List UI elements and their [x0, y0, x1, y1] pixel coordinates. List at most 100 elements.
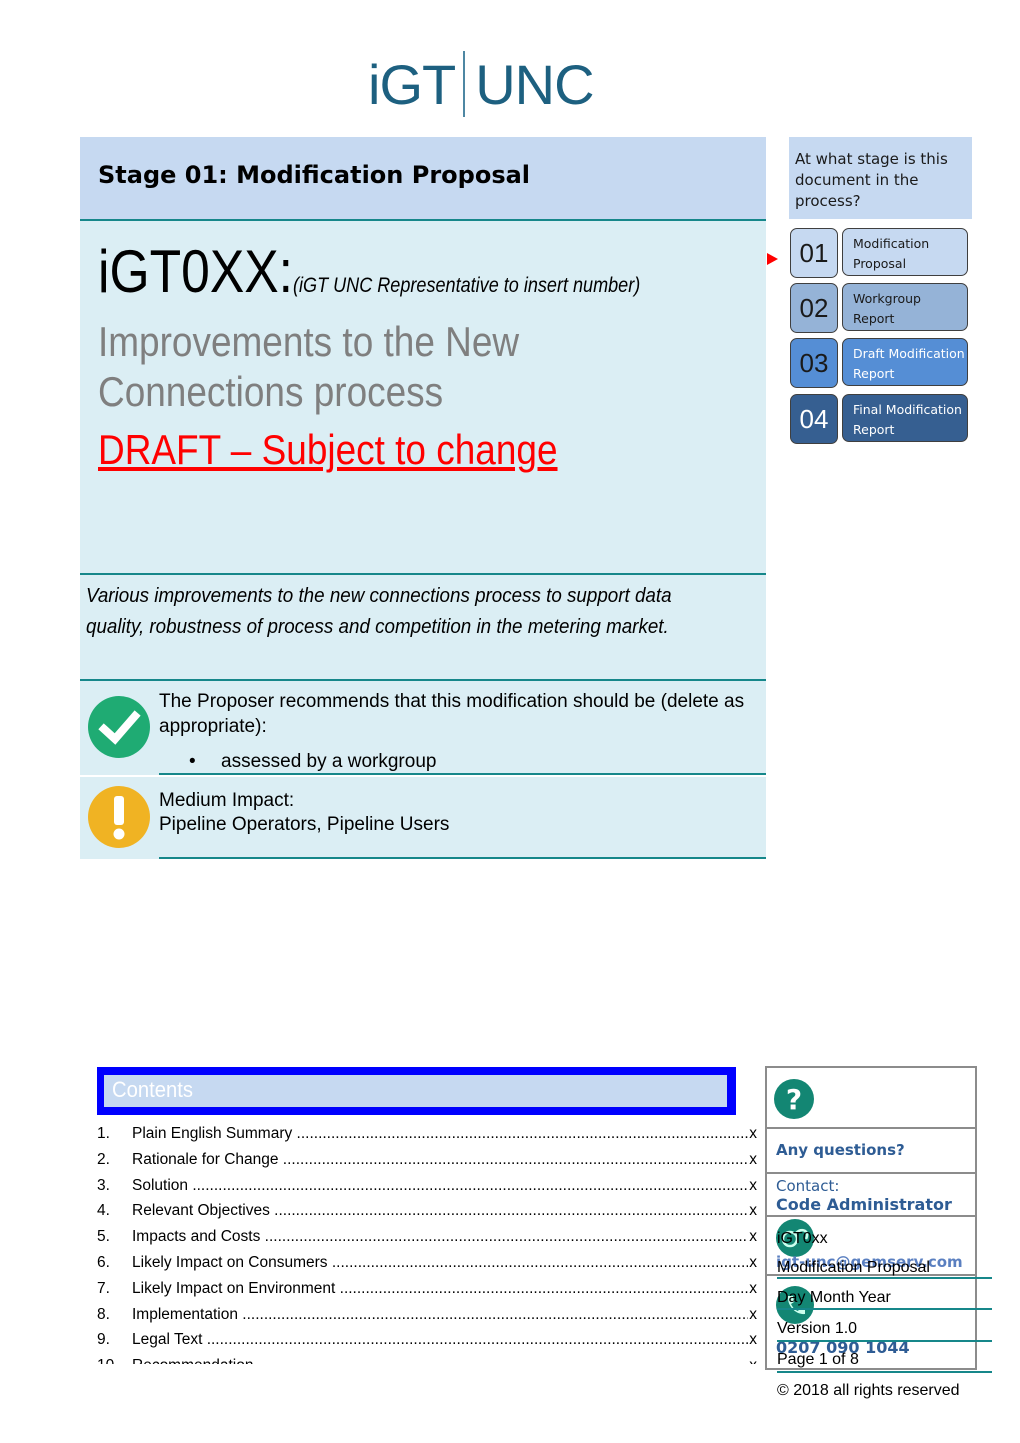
toc-number: 6. [97, 1253, 110, 1271]
toc-page: x [748, 1301, 757, 1328]
toc-number: 8. [97, 1305, 110, 1323]
table-of-contents: 1.Plain English Summaryx 2.Rationale for… [97, 1121, 757, 1364]
question-cell: ? [767, 1068, 975, 1129]
toc-number: 5. [97, 1228, 110, 1246]
impact-parties: Pipeline Operators, Pipeline Users [159, 814, 450, 835]
contact-name: Code Administrator [776, 1195, 952, 1214]
toc-label: Solution [132, 1173, 751, 1199]
title-line-2: Connections process [98, 368, 444, 415]
title-block: iGT0XX:(iGT UNC Representative to insert… [80, 221, 766, 575]
stage-number-04: 04 [790, 394, 838, 444]
toc-item[interactable]: 6. Likely Impact on Consumersx [97, 1249, 757, 1276]
draft-notice: DRAFT – Subject to change [98, 426, 558, 473]
modification-number: iGT0XX:(iGT UNC Representative to insert… [98, 237, 640, 321]
stage-question-box: At what stage is this document in the pr… [789, 137, 972, 219]
toc-item[interactable]: 1. Plain English Summaryx [97, 1121, 757, 1147]
impact-divider [159, 857, 766, 859]
toc-label: Legal Text [132, 1327, 751, 1353]
stage-question: At what stage is this document in the pr… [795, 150, 948, 210]
recommendation-text: The Proposer recommends that this modifi… [159, 691, 745, 737]
toc-label: Implementation [132, 1302, 751, 1328]
stage-label-02: Workgroup Report [842, 283, 968, 331]
stage-label-text: Modification Proposal [853, 236, 930, 271]
recommendation-option-label: assessed by a workgroup [221, 751, 437, 772]
toc-item[interactable]: 5. Impacts and Costsx [97, 1224, 757, 1250]
toc-label: Likely Impact on Environment [132, 1276, 751, 1302]
toc-page: x [748, 1146, 757, 1173]
toc-label: Plain English Summary [132, 1121, 751, 1147]
title-line-1: Improvements to the New [98, 318, 520, 365]
toc-label: Relevant Objectives [132, 1198, 751, 1224]
check-circle-icon [88, 696, 150, 758]
modification-number-hint: (iGT UNC Representative to insert number… [292, 274, 641, 297]
toc-item[interactable]: 8. Implementationx [97, 1301, 757, 1328]
toc-page: x [748, 1224, 757, 1250]
toc-item[interactable]: 2. Rationale for Changex [97, 1146, 757, 1173]
logo-right-text: UNC [475, 52, 594, 116]
any-questions-cell: Any questions? [767, 1129, 975, 1174]
any-questions-label: Any questions? [776, 1141, 905, 1159]
modification-title: Improvements to the New Connections proc… [98, 317, 644, 417]
toc-page: x [748, 1121, 757, 1147]
recommendation-option: • assessed by a workgroup [159, 751, 766, 775]
stage-number-03: 03 [790, 338, 838, 388]
toc-label: Rationale for Change [132, 1147, 751, 1173]
toc-item[interactable]: 9. Legal Textx [97, 1327, 757, 1354]
stage-label-text: Draft Modification Report [853, 346, 965, 381]
toc-item[interactable]: 10. Recommendationx [97, 1353, 757, 1364]
igt-unc-logo: iGT UNC [368, 50, 595, 118]
stage-label-text: Workgroup Report [853, 291, 921, 326]
doc-info-divider [777, 1371, 992, 1373]
doc-info-divider [777, 1308, 992, 1310]
toc-page: x [748, 1327, 757, 1354]
toc-label: Likely Impact on Consumers [132, 1250, 751, 1276]
toc-page: x [748, 1353, 757, 1364]
toc-page: x [748, 1172, 757, 1199]
doc-info-divider [777, 1340, 992, 1342]
doc-page: Page 1 of 8 [777, 1351, 859, 1368]
stage-label-text: Final Modification Report [853, 402, 962, 437]
toc-number: 7. [97, 1279, 110, 1297]
stage-header: Stage 01: Modification Proposal [80, 137, 766, 221]
recommendation-icon-cell [80, 681, 158, 775]
doc-type: Modification Proposal [777, 1259, 930, 1276]
logo-left-text: iGT [368, 52, 456, 116]
stage-label-04: Final Modification Report [842, 394, 968, 442]
contact-cell: Contact: Code Administrator [767, 1174, 975, 1217]
contact-label: Contact: [776, 1177, 840, 1195]
toc-item[interactable]: 4. Relevant Objectivesx [97, 1198, 757, 1225]
stage-title: Stage 01: Modification Proposal [98, 161, 531, 189]
logo-divider [463, 51, 466, 117]
toc-label: Impacts and Costs [132, 1224, 751, 1250]
toc-number: 10. [97, 1353, 119, 1364]
toc-number: 4. [97, 1202, 110, 1220]
stage-number-01: 01 [790, 228, 838, 278]
modification-number-text: iGT0XX: [98, 238, 293, 305]
stage-label-01: Modification Proposal [842, 228, 968, 276]
summary-text: Various improvements to the new connecti… [86, 585, 672, 638]
toc-number: 3. [97, 1176, 110, 1194]
toc-number: 1. [97, 1125, 110, 1142]
toc-item[interactable]: 7. Likely Impact on Environmentx [97, 1275, 757, 1302]
toc-page: x [748, 1275, 757, 1302]
toc-item[interactable]: 3. Solutionx [97, 1172, 757, 1199]
toc-number: 2. [97, 1150, 110, 1168]
impact-block: Medium Impact: Pipeline Operators, Pipel… [80, 777, 766, 859]
toc-page: x [748, 1249, 757, 1276]
summary-block: Various improvements to the new connecti… [80, 575, 766, 681]
copyright: © 2018 all rights reserved [777, 1382, 960, 1399]
contents-header: Contents [97, 1067, 736, 1115]
recommendation-block: The Proposer recommends that this modifi… [80, 681, 766, 775]
toc-number: 9. [97, 1331, 110, 1349]
toc-page: x [748, 1198, 757, 1225]
doc-date: Day Month Year [777, 1289, 891, 1306]
stage-label-03: Draft Modification Report [842, 338, 968, 386]
toc-label: Recommendation [132, 1353, 751, 1364]
bullet-icon: • [189, 751, 196, 772]
question-circle-icon: ? [774, 1079, 814, 1119]
impact-level: Medium Impact: [159, 790, 295, 811]
contents-heading: Contents [112, 1077, 194, 1102]
current-stage-arrow-icon [767, 253, 778, 265]
stage-number-02: 02 [790, 283, 838, 333]
exclamation-circle-icon [88, 786, 150, 848]
